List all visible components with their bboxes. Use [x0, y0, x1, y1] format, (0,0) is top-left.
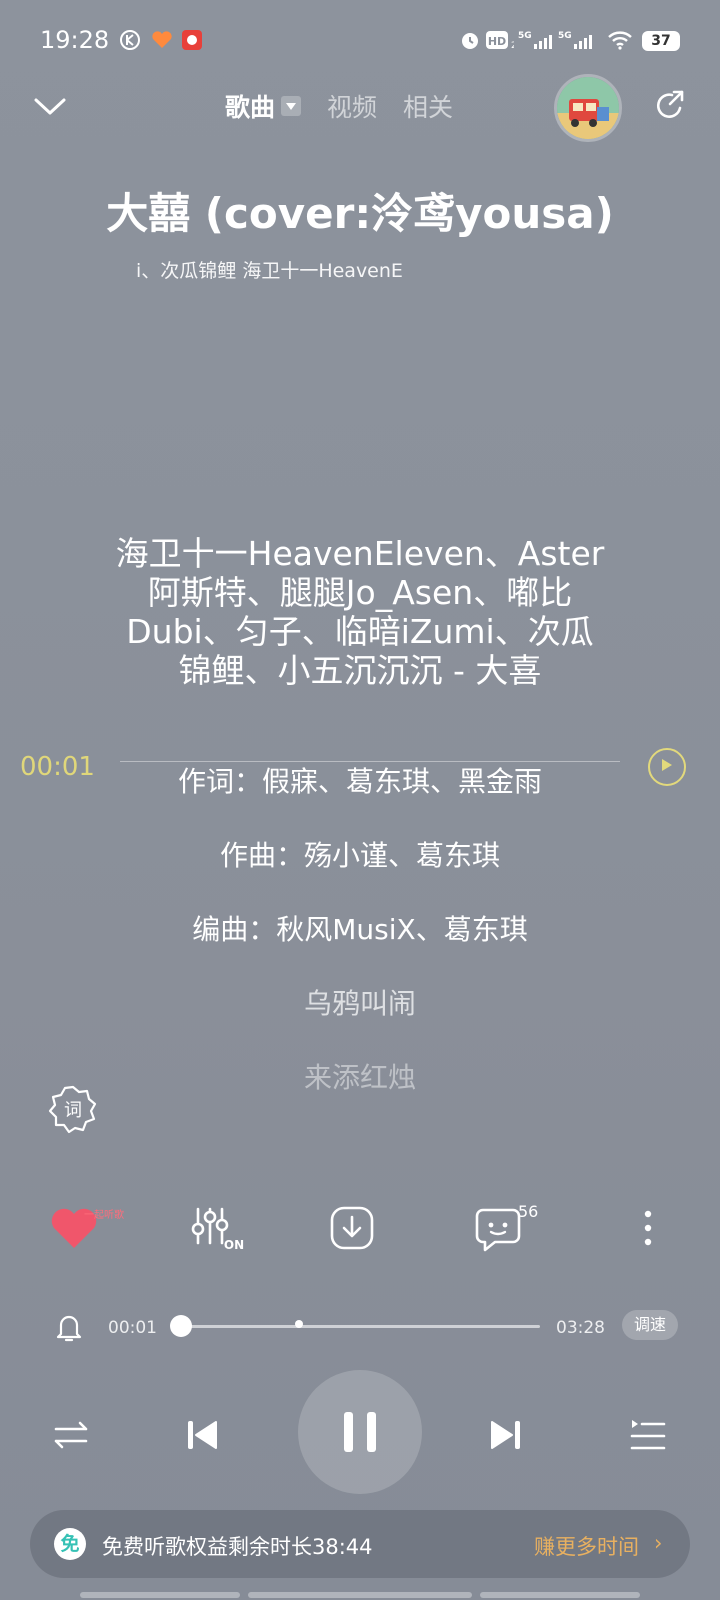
tab-related[interactable]: 相关: [403, 88, 453, 124]
status-bar: 19:28 HD 2 5G 5G 37: [0, 0, 720, 80]
download-button[interactable]: [324, 1200, 380, 1256]
share-button[interactable]: [650, 86, 690, 126]
progress-marker: [295, 1320, 303, 1328]
tab-song-label: 歌曲: [225, 93, 276, 122]
alarm-icon: [458, 28, 482, 52]
app-red-icon: [180, 28, 204, 52]
pause-button[interactable]: [298, 1370, 422, 1494]
wifi-icon: [606, 28, 634, 52]
comment-count: 56: [518, 1202, 539, 1221]
lyric-settings-button[interactable]: 词: [48, 1084, 98, 1134]
lyric-line-current[interactable]: 作词：假寐、葛东琪、黑金雨: [0, 760, 720, 800]
bell-icon[interactable]: [52, 1310, 86, 1344]
previous-button[interactable]: [172, 1405, 232, 1465]
song-title: 大囍 (cover:泠鸢yousa): [106, 189, 614, 238]
progress-track[interactable]: [180, 1325, 540, 1328]
lyric-toggle-label: 词: [64, 1100, 82, 1121]
loop-mode-button[interactable]: [42, 1405, 102, 1465]
artist-marquee[interactable]: i、次瓜锦鲤 海卫十一HeavenE: [136, 256, 586, 286]
home-indicator: [480, 1592, 640, 1598]
signal-5g-icon-2: 5G: [558, 28, 592, 52]
speed-button[interactable]: 调速: [622, 1310, 678, 1340]
more-options-button[interactable]: [620, 1200, 676, 1256]
collapse-down-button[interactable]: [30, 86, 70, 126]
battery-indicator: 37: [642, 31, 680, 51]
top-tabs: 歌曲 视频 相关: [225, 86, 453, 126]
lyric-line[interactable]: 乌鸦叫闹: [0, 982, 720, 1022]
tab-video[interactable]: 视频: [327, 88, 377, 124]
playlist-button[interactable]: [618, 1405, 678, 1465]
like-tag: 一起听歌: [84, 1210, 124, 1221]
earn-more-time-link[interactable]: 赚更多时间: [534, 1531, 639, 1561]
home-indicator: [80, 1592, 240, 1598]
lyric-line[interactable]: 作曲：殇小谨、葛东琪: [0, 834, 720, 874]
lyric-credit-line: 阿斯特、腿腿Jo_Asen、嘟比: [147, 573, 573, 612]
status-time: 19:28: [40, 26, 110, 54]
lyric-credit-line: 锦鲤、小五沉沉沉 - 大喜: [178, 651, 542, 690]
lyric-line[interactable]: 编曲：秋风MusiX、葛东琪: [0, 908, 720, 948]
svg-text:5G: 5G: [558, 31, 572, 41]
home-indicator: [248, 1592, 472, 1598]
app-heart-icon: [150, 28, 174, 52]
elapsed-time: 00:01: [108, 1318, 157, 1338]
chevron-right-icon: ›: [654, 1531, 663, 1555]
eq-on-label: ON: [224, 1238, 244, 1252]
lyrics-credits[interactable]: 海卫十一HeavenEleven、Aster 阿斯特、腿腿Jo_Asen、嘟比 …: [90, 534, 630, 690]
total-time: 03:28: [556, 1318, 605, 1338]
signal-5g-icon-1: 5G: [518, 28, 552, 52]
app-k-icon: [118, 28, 142, 52]
free-time-text: 免费听歌权益剩余时长38:44: [102, 1535, 373, 1559]
caret-down-icon[interactable]: [281, 96, 302, 116]
album-avatar[interactable]: [554, 74, 622, 142]
hd-icon: HD 2: [486, 28, 514, 52]
svg-text:HD: HD: [488, 35, 506, 48]
equalizer-button[interactable]: ON: [190, 1200, 246, 1256]
svg-text:2: 2: [511, 41, 514, 50]
next-button[interactable]: [476, 1405, 536, 1465]
lyric-credit-line: Dubi、匀子、临暗iZumi、次瓜: [126, 612, 594, 651]
tab-song[interactable]: 歌曲: [225, 88, 302, 124]
lyric-credit-line: 海卫十一HeavenEleven、Aster: [115, 534, 605, 573]
lyric-line[interactable]: 来添红烛: [0, 1056, 720, 1096]
progress-thumb[interactable]: [170, 1315, 192, 1337]
free-badge-icon: 免: [54, 1528, 86, 1560]
svg-text:5G: 5G: [518, 31, 532, 41]
